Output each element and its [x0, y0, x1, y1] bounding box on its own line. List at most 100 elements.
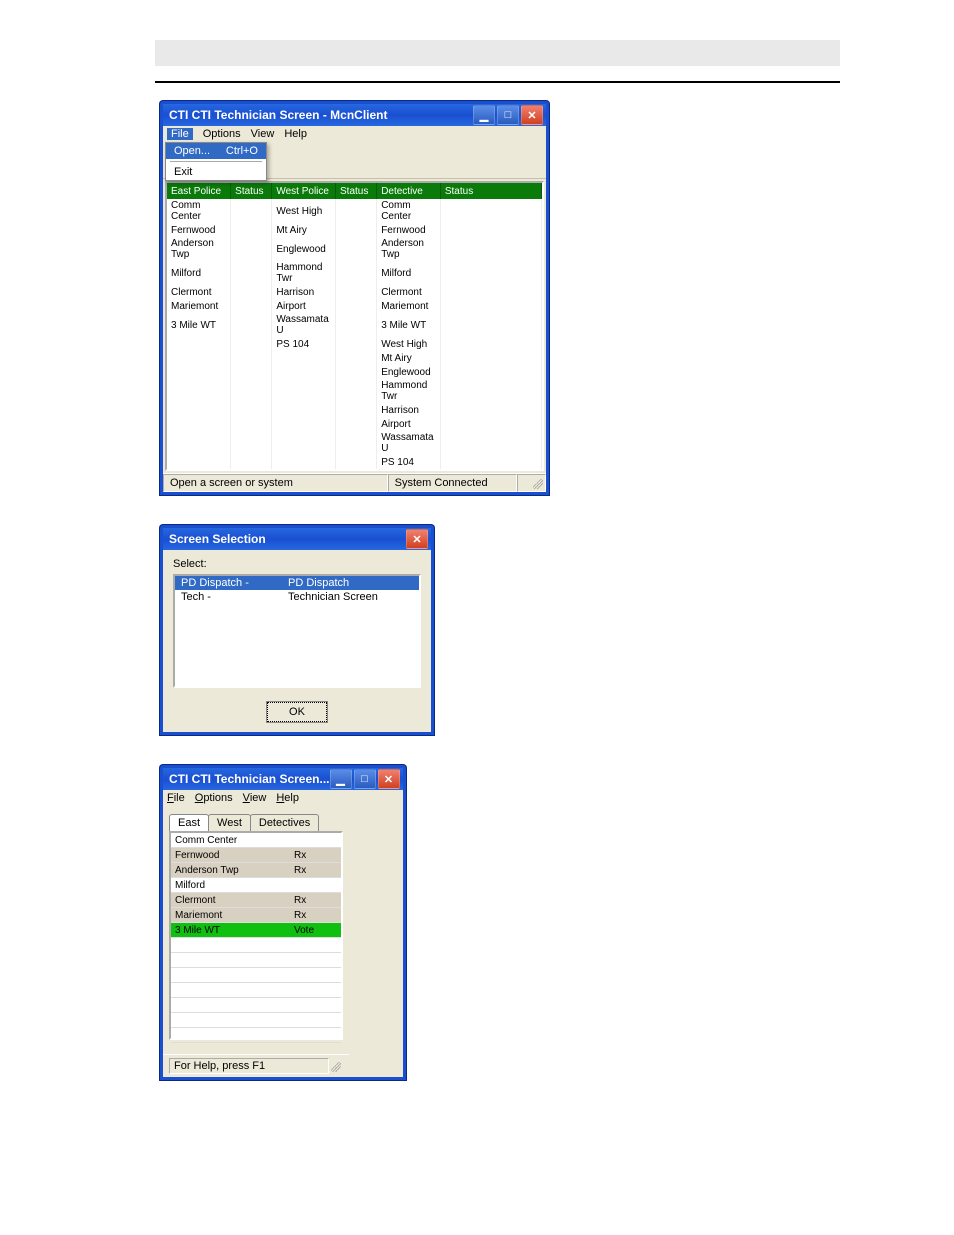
menu-options[interactable]: Options: [195, 792, 233, 804]
close-button[interactable]: ✕: [521, 105, 543, 125]
site-name: Milford: [171, 878, 290, 893]
maximize-button[interactable]: □: [497, 105, 519, 125]
cell: [336, 285, 377, 299]
table-row[interactable]: Comm Center: [171, 833, 341, 848]
site-name: 3 Mile WT: [171, 923, 290, 938]
col-status3[interactable]: Status: [440, 183, 541, 199]
table-row: 3 Mile WTWassamata U3 Mile WT: [167, 313, 542, 337]
maximize-button[interactable]: □: [354, 769, 376, 789]
cell: [231, 431, 272, 455]
cell: [272, 379, 336, 403]
cell: [167, 431, 231, 455]
close-button[interactable]: ✕: [378, 769, 400, 789]
cell: Englewood: [272, 237, 336, 261]
menu-view[interactable]: View: [251, 128, 275, 140]
list-item[interactable]: Tech -Technician Screen: [175, 590, 419, 604]
col-west-police[interactable]: West Police: [272, 183, 336, 199]
cell: [440, 199, 541, 223]
cell: Hammond Twr: [272, 261, 336, 285]
tab-east[interactable]: East: [169, 814, 209, 831]
cell: Fernwood: [167, 223, 231, 237]
status-text: For Help, press F1: [169, 1058, 329, 1074]
dialog-title: Screen Selection: [169, 532, 406, 546]
cell: [336, 365, 377, 379]
cell: [336, 351, 377, 365]
cell: [440, 313, 541, 337]
menu-file[interactable]: File: [167, 128, 193, 140]
table-row[interactable]: ClermontRx: [171, 893, 341, 908]
tab-detectives[interactable]: Detectives: [250, 814, 319, 831]
col-status1[interactable]: Status: [231, 183, 272, 199]
table-row: Anderson TwpEnglewoodAnderson Twp: [167, 237, 542, 261]
divider: [155, 81, 840, 83]
cell: Englewood: [377, 365, 441, 379]
cell: West High: [272, 199, 336, 223]
cell: Wassamata U: [272, 313, 336, 337]
table-row: Englewood: [167, 365, 542, 379]
cell: Comm Center: [377, 199, 441, 223]
table-row[interactable]: 3 Mile WTVote: [171, 923, 341, 938]
resize-grip-icon[interactable]: [533, 479, 543, 489]
menu-file-exit[interactable]: Exit: [166, 164, 266, 180]
cell: Fernwood: [377, 223, 441, 237]
close-button[interactable]: ✕: [406, 529, 428, 549]
cell: Clermont: [377, 285, 441, 299]
window-technician-screen: CTI CTI Technician Screen - McnClient ▁ …: [160, 101, 549, 495]
cell: [231, 351, 272, 365]
title-bar: CTI CTI Technician Screen - McnClient ▁ …: [163, 104, 546, 126]
cell: 3 Mile WT: [377, 313, 441, 337]
cell: Airport: [272, 299, 336, 313]
menu-help[interactable]: Help: [284, 128, 307, 140]
site-status: Rx: [290, 848, 341, 863]
file-dropdown: Open... Ctrl+O Exit: [165, 142, 267, 181]
cell: PS 104: [377, 455, 441, 469]
cell: [440, 365, 541, 379]
minimize-button[interactable]: ▁: [473, 105, 495, 125]
cell: [231, 365, 272, 379]
table-row: FernwoodMt AiryFernwood: [167, 223, 542, 237]
status-right: [517, 474, 546, 492]
cell: [336, 431, 377, 455]
cell: [167, 417, 231, 431]
menu-view[interactable]: View: [243, 792, 267, 804]
cell: PS 104: [272, 337, 336, 351]
cell: [336, 403, 377, 417]
cell: [440, 431, 541, 455]
site-name: Anderson Twp: [171, 863, 290, 878]
col-status2[interactable]: Status: [336, 183, 377, 199]
menu-open-accel: Ctrl+O: [226, 145, 258, 157]
table-row: Wassamata U: [167, 431, 542, 455]
menu-file[interactable]: File: [167, 792, 185, 804]
table-row[interactable]: MariemontRx: [171, 908, 341, 923]
cell: [336, 417, 377, 431]
minimize-button[interactable]: ▁: [330, 769, 352, 789]
table-row: PS 104West High: [167, 337, 542, 351]
table-row[interactable]: FernwoodRx: [171, 848, 341, 863]
list-item-value: Technician Screen: [282, 590, 419, 604]
site-status: Rx: [290, 893, 341, 908]
ok-button[interactable]: OK: [267, 702, 327, 722]
screen-listbox[interactable]: PD Dispatch -PD DispatchTech -Technician…: [173, 574, 421, 688]
col-east-police[interactable]: East Police: [167, 183, 231, 199]
menu-bar: File Options View Help: [163, 126, 546, 142]
cell: [167, 365, 231, 379]
cell: [440, 237, 541, 261]
table-row[interactable]: Anderson TwpRx: [171, 863, 341, 878]
menu-options[interactable]: Options: [203, 128, 241, 140]
table-row: [171, 983, 341, 998]
resize-grip-icon[interactable]: [331, 1062, 341, 1072]
cell: [440, 351, 541, 365]
list-item[interactable]: PD Dispatch -PD Dispatch: [175, 576, 419, 590]
menu-help[interactable]: Help: [276, 792, 299, 804]
tab-west[interactable]: West: [208, 814, 251, 831]
cell: [440, 261, 541, 285]
table-row: ClermontHarrisonClermont: [167, 285, 542, 299]
table-row[interactable]: Milford: [171, 878, 341, 893]
menu-open-label: Open...: [174, 145, 210, 157]
cell: Mariemont: [377, 299, 441, 313]
status-bar: Open a screen or system System Connected: [163, 473, 546, 492]
col-detective[interactable]: Detective: [377, 183, 441, 199]
menu-file-open[interactable]: Open... Ctrl+O: [166, 143, 266, 159]
cell: [231, 379, 272, 403]
cell: [440, 223, 541, 237]
